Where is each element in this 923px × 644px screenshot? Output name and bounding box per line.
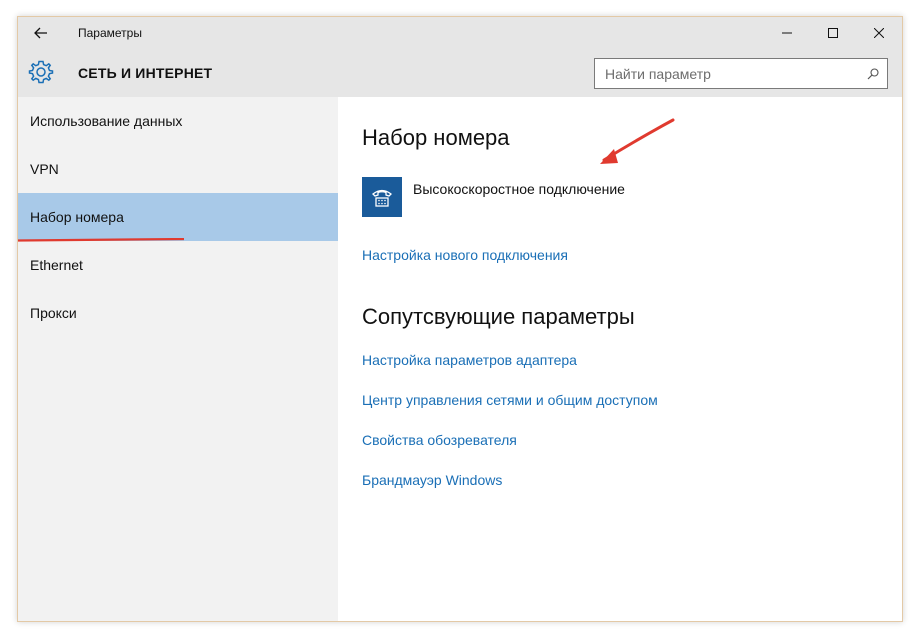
dialup-phone-icon [372, 189, 392, 207]
windows-firewall-link[interactable]: Брандмауэр Windows [362, 472, 502, 488]
settings-header: СЕТЬ И ИНТЕРНЕТ [18, 49, 902, 97]
maximize-icon [828, 28, 838, 38]
back-arrow-icon [34, 27, 47, 39]
maximize-button[interactable] [810, 17, 856, 49]
sidebar-item-proxy[interactable]: Прокси [18, 289, 338, 337]
search-button[interactable] [859, 59, 887, 88]
main-content: Набор номера Высокоскоростное подключени… [338, 97, 902, 621]
page-title: Набор номера [362, 125, 510, 150]
sidebar-item-data-usage[interactable]: Использование данных [18, 97, 338, 145]
close-button[interactable] [856, 17, 902, 49]
sidebar-item-label: Использование данных [30, 113, 183, 129]
sidebar-item-dial-up[interactable]: Набор номера [18, 193, 338, 242]
annotation-arrow [600, 118, 675, 164]
setup-new-connection-link[interactable]: Настройка нового подключения [362, 247, 568, 263]
sidebar-item-label: VPN [30, 161, 59, 177]
search-input[interactable] [595, 59, 859, 88]
settings-window: Параметры СЕТЬ И ИНТЕРНЕТ Найти параметр… [17, 16, 903, 622]
search-box[interactable] [594, 58, 888, 89]
section-title: СЕТЬ И ИНТЕРНЕТ [78, 65, 213, 81]
network-sharing-center-link[interactable]: Центр управления сетями и общим доступом [362, 392, 658, 408]
internet-options-link[interactable]: Свойства обозревателя [362, 432, 517, 448]
sidebar-item-label: Набор номера [30, 209, 124, 225]
search-icon [867, 67, 879, 79]
minimize-button[interactable] [764, 17, 810, 49]
title-bar: Параметры [18, 17, 902, 49]
back-button[interactable] [18, 17, 64, 49]
close-icon [874, 28, 884, 38]
dialup-connection-tile[interactable] [362, 177, 402, 217]
sidebar-item-label: Прокси [30, 305, 77, 321]
sidebar-item-label: Ethernet [30, 257, 83, 273]
connection-name[interactable]: Высокоскоростное подключение [413, 181, 625, 197]
window-controls [764, 17, 902, 49]
sidebar-item-vpn[interactable]: VPN [18, 145, 338, 193]
minimize-icon [782, 32, 792, 34]
adapter-settings-link[interactable]: Настройка параметров адаптера [362, 352, 577, 368]
sidebar-item-ethernet[interactable]: Ethernet [18, 241, 338, 289]
gear-icon [28, 60, 54, 84]
app-title: Параметры [78, 26, 142, 40]
related-settings-title: Сопутсвующие параметры [362, 304, 635, 329]
sidebar: Использование данных VPN Набор номера Et… [18, 97, 338, 621]
